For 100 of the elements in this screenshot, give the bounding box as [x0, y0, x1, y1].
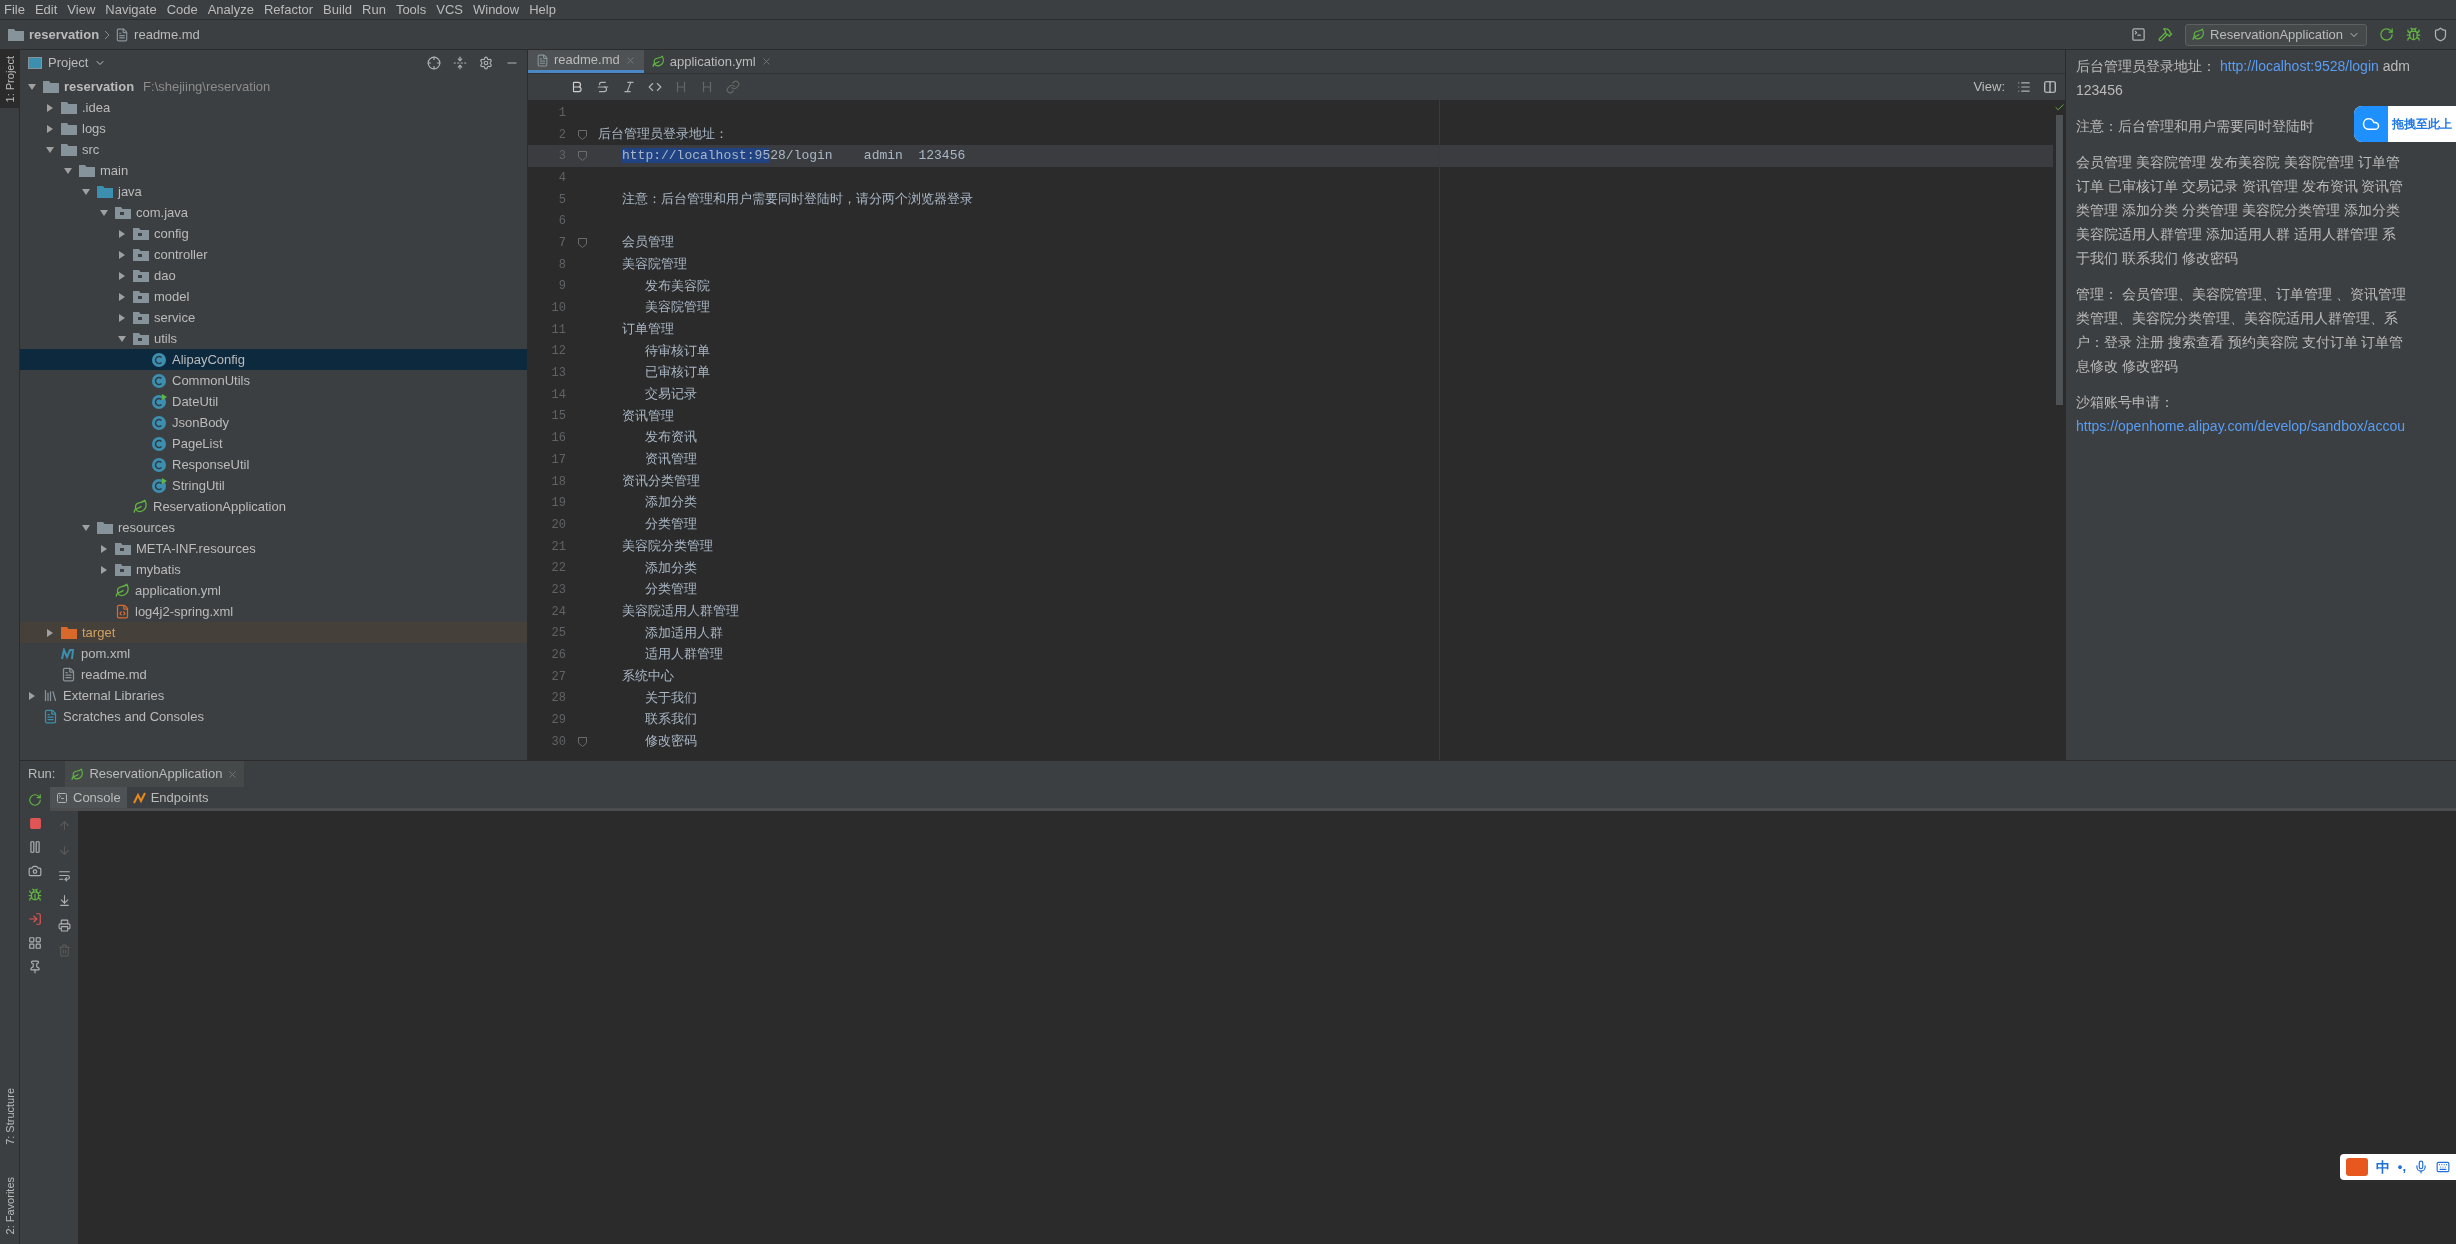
locate-icon[interactable] — [427, 56, 441, 70]
menu-item[interactable]: Refactor — [263, 0, 314, 20]
expanded-arrow-icon[interactable] — [28, 82, 36, 91]
tool-window-tab[interactable]: 7: Structure — [0, 1081, 20, 1151]
collapsed-arrow-icon[interactable] — [100, 544, 108, 553]
collapsed-arrow-icon[interactable] — [46, 103, 54, 112]
shield-icon[interactable] — [2433, 27, 2448, 42]
strikethrough-icon[interactable] — [596, 80, 610, 94]
split-view-icon[interactable] — [2043, 80, 2057, 94]
tree-row[interactable]: logs — [20, 118, 527, 139]
menu-item[interactable]: Analyze — [207, 0, 254, 20]
expanded-arrow-icon[interactable] — [82, 523, 90, 532]
print-icon[interactable] — [57, 919, 71, 932]
bold-icon[interactable] — [570, 80, 584, 94]
collapsed-arrow-icon[interactable] — [46, 628, 54, 637]
tree-row[interactable]: AlipayConfig — [20, 349, 527, 370]
tree-row[interactable]: application.yml — [20, 580, 527, 601]
expanded-arrow-icon[interactable] — [64, 166, 72, 175]
collapsed-arrow-icon[interactable] — [118, 313, 126, 322]
breadcrumb-item[interactable]: readme.md — [134, 24, 200, 45]
rerun-icon[interactable] — [2379, 27, 2394, 42]
fold-marker-icon[interactable] — [577, 736, 587, 747]
microphone-icon[interactable] — [2414, 1160, 2428, 1174]
tree-row[interactable]: External Libraries — [20, 685, 527, 706]
keyboard-icon[interactable] — [2436, 1160, 2450, 1174]
run-tab[interactable]: ReservationApplication — [65, 761, 245, 787]
list-view-icon[interactable] — [2017, 80, 2031, 94]
menu-item[interactable]: Navigate — [105, 0, 157, 20]
menu-item[interactable]: Run — [362, 0, 386, 20]
scroll-to-end-icon[interactable] — [57, 894, 71, 907]
tree-row[interactable]: ReservationApplication — [20, 496, 527, 517]
editor-tab[interactable]: application.yml — [643, 50, 780, 73]
tree-row[interactable]: target — [20, 622, 527, 643]
tree-row[interactable]: controller — [20, 244, 527, 265]
menu-item[interactable]: Build — [323, 0, 352, 20]
menu-item[interactable]: Edit — [34, 0, 58, 20]
tree-row[interactable]: mybatis — [20, 559, 527, 580]
tree-row[interactable]: readme.md — [20, 664, 527, 685]
bug-icon[interactable] — [2406, 27, 2421, 42]
collapse-icon[interactable] — [453, 56, 467, 70]
tree-row[interactable]: reservation F:\shejiing\reservation — [20, 76, 527, 97]
settings-icon[interactable] — [479, 56, 493, 70]
upload-widget[interactable]: 拖拽至此上 — [2354, 106, 2456, 142]
italic-icon[interactable] — [622, 80, 636, 94]
tree-row[interactable]: Scratches and Consoles — [20, 706, 527, 727]
expanded-arrow-icon[interactable] — [82, 187, 90, 196]
fold-marker-icon[interactable] — [577, 151, 587, 162]
layout-icon[interactable] — [28, 936, 42, 950]
tree-row[interactable]: log4j2-spring.xml — [20, 601, 527, 622]
exit-icon[interactable] — [28, 912, 42, 926]
tree-row[interactable]: src — [20, 139, 527, 160]
ime-toolbar[interactable]: 中 •, — [2339, 1154, 2456, 1180]
collapsed-arrow-icon[interactable] — [118, 229, 126, 238]
menu-item[interactable]: Code — [166, 0, 198, 20]
tree-row[interactable]: com.java — [20, 202, 527, 223]
tree-row[interactable]: service — [20, 307, 527, 328]
tree-row[interactable]: ResponseUtil — [20, 454, 527, 475]
fold-marker-icon[interactable] — [577, 237, 587, 248]
close-icon[interactable] — [760, 56, 772, 67]
ime-mode[interactable]: 中 — [2375, 1156, 2390, 1178]
ime-punctuation[interactable]: •, — [2397, 1157, 2406, 1177]
tree-row[interactable]: StringUtil — [20, 475, 527, 496]
run-config-dropdown[interactable]: ReservationApplication — [2185, 23, 2367, 46]
tree-row[interactable]: resources — [20, 517, 527, 538]
tree-row[interactable]: PageList — [20, 433, 527, 454]
menu-item[interactable]: Tools — [395, 0, 427, 20]
tree-row[interactable]: dao — [20, 265, 527, 286]
tree-row[interactable]: pom.xml — [20, 643, 527, 664]
menu-item[interactable]: Help — [529, 0, 556, 20]
collapsed-arrow-icon[interactable] — [28, 691, 36, 700]
expanded-arrow-icon[interactable] — [46, 145, 54, 154]
tree-row[interactable]: config — [20, 223, 527, 244]
preview-link[interactable]: http://localhost:9528/login — [2220, 55, 2379, 77]
collapsed-arrow-icon[interactable] — [118, 250, 126, 259]
tree-row[interactable]: META-INF.resources — [20, 538, 527, 559]
pin-icon[interactable] — [28, 960, 42, 974]
expanded-arrow-icon[interactable] — [100, 208, 108, 217]
stop-icon[interactable] — [28, 817, 42, 830]
panel-tab[interactable]: Endpoints — [126, 787, 215, 808]
camera-icon[interactable] — [28, 864, 42, 878]
tool-window-tab[interactable]: 1: Project — [0, 50, 20, 109]
terminal-icon[interactable] — [2131, 27, 2147, 42]
hammer-icon[interactable] — [2158, 27, 2174, 42]
breadcrumb-item[interactable]: reservation — [29, 24, 100, 45]
tree-row[interactable]: main — [20, 160, 527, 181]
bug-icon[interactable] — [28, 888, 42, 902]
expanded-arrow-icon[interactable] — [118, 334, 126, 343]
tree-row[interactable]: java — [20, 181, 527, 202]
menu-item[interactable]: File — [4, 0, 25, 20]
panel-title[interactable]: Project — [48, 53, 89, 73]
collapsed-arrow-icon[interactable] — [118, 292, 126, 301]
tree-row[interactable]: CommonUtils — [20, 370, 527, 391]
tree-row[interactable]: DateUtil — [20, 391, 527, 412]
tree-row[interactable]: JsonBody — [20, 412, 527, 433]
pause-icon[interactable] — [28, 840, 42, 854]
collapsed-arrow-icon[interactable] — [100, 565, 108, 574]
tree-row[interactable]: model — [20, 286, 527, 307]
scrollbar[interactable] — [2055, 115, 2063, 405]
fold-marker-icon[interactable] — [577, 129, 587, 140]
tree-row[interactable]: utils — [20, 328, 527, 349]
